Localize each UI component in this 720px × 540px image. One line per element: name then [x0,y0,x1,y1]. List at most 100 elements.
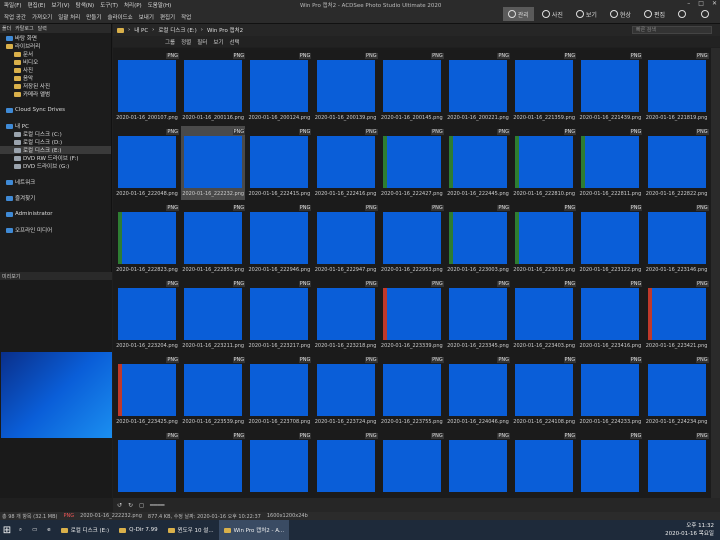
tree-item[interactable]: 라이브러리 [0,42,111,50]
thumbnail[interactable]: PNG 2020-01-16_222232.png [181,126,246,200]
tree-item[interactable] [0,114,111,122]
thumbnail[interactable]: PNG 2020-01-16_224234.png [645,354,709,428]
menu-item[interactable]: 도구(T) [100,1,118,9]
taskbar-button[interactable]: Win Pro 캡처2 - A... [218,520,290,540]
breadcrumb-item[interactable]: 내 PC [134,26,148,34]
thumbnail[interactable]: PNG 2020-01-16_224046.png [446,354,510,428]
thumbnail[interactable]: PNG 2020-01-16_223416.png [578,278,643,352]
rotate-right-icon[interactable]: ↻ [128,502,133,509]
tree-item[interactable]: 로컬 디스크 (E:) [0,146,111,154]
toolbar-item[interactable]: 보내기 [139,13,154,21]
thumbnail[interactable]: PNG [247,430,312,498]
tree-item[interactable]: Cloud Sync Drives [0,106,111,114]
thumbnail[interactable]: PNG [578,430,643,498]
toolbar-item[interactable]: 작업 [181,13,191,21]
tree-item[interactable]: 사진 [0,66,111,74]
tree-item[interactable]: 음악 [0,74,111,82]
thumbnail[interactable]: PNG 2020-01-16_221439.png [578,50,643,124]
mode-button[interactable] [673,7,693,21]
thumbnail[interactable]: PNG 2020-01-16_223724.png [314,354,378,428]
mode-button[interactable]: 사진 [537,7,568,21]
menu-item[interactable]: 탐색(N) [76,1,95,9]
taskbar-button[interactable]: Q-Dir 7.99 [114,520,163,540]
menu-item[interactable]: 파일(F) [4,1,22,9]
thumbnail[interactable]: PNG 2020-01-16_222811.png [578,126,643,200]
toolbar-item[interactable]: 슬라이드쇼 [107,13,132,21]
thumbnail[interactable]: PNG 2020-01-16_224108.png [512,354,577,428]
taskbar-button[interactable]: 윈도우 10 설... [163,520,219,540]
tree-item[interactable]: 로컬 디스크 (C:) [0,130,111,138]
thumbnail[interactable]: PNG [512,430,577,498]
browse-option[interactable]: 보기 [213,38,223,46]
browse-option[interactable]: 정렬 [181,38,191,46]
thumbnail[interactable]: PNG 2020-01-16_223204.png [115,278,179,352]
tree-item[interactable]: 문서 [0,50,111,58]
thumbnail[interactable]: PNG 2020-01-16_223211.png [181,278,246,352]
taskbar-button[interactable]: 로컬 디스크 (E:) [56,520,114,540]
tree-item[interactable]: DVD 드라이브 (G:) [0,162,111,170]
browse-option[interactable]: 그룹 [165,38,175,46]
tree-item[interactable]: 로컬 디스크 (D:) [0,138,111,146]
thumbnail[interactable]: PNG 2020-01-16_223217.png [247,278,312,352]
thumbnail[interactable]: PNG 2020-01-16_222823.png [115,202,179,276]
thumbnail[interactable]: PNG 2020-01-16_223539.png [181,354,246,428]
mode-button[interactable]: 편집 [639,7,670,21]
thumbnail[interactable]: PNG 2020-01-16_222953.png [380,202,444,276]
mode-button[interactable]: 현상 [605,7,636,21]
rotate-left-icon[interactable]: ↺ [117,502,122,509]
menu-item[interactable]: 처리(P) [124,1,142,9]
menu-item[interactable]: 편집(E) [28,1,46,9]
thumbnail[interactable]: PNG 2020-01-16_222810.png [512,126,577,200]
thumbnail[interactable]: PNG 2020-01-16_223339.png [380,278,444,352]
thumbnail[interactable]: PNG 2020-01-16_223218.png [314,278,378,352]
thumbnail[interactable]: PNG [115,430,179,498]
mode-button[interactable]: 보기 [571,7,602,21]
tree-item[interactable] [0,170,111,178]
tree-item[interactable] [0,202,111,210]
thumbnail[interactable]: PNG 2020-01-16_200116.png [181,50,246,124]
thumbnail[interactable]: PNG 2020-01-16_222416.png [314,126,378,200]
browse-option[interactable]: 선택 [230,38,240,46]
taskbar-clock[interactable]: 오후 11:32 2020-01-16 목요일 [665,522,714,538]
breadcrumb-item[interactable]: 로컬 디스크 (E:) [158,26,196,34]
thumbnail[interactable]: PNG 2020-01-16_222048.png [115,126,179,200]
tree-item[interactable]: 즐겨찾기 [0,194,111,202]
thumbnail[interactable]: PNG 2020-01-16_223015.png [512,202,577,276]
menu-item[interactable]: 보기(V) [51,1,69,9]
thumbnail[interactable]: PNG [645,430,709,498]
thumbnail[interactable]: PNG 2020-01-16_221819.png [645,50,709,124]
thumbnail[interactable]: PNG 2020-01-16_223421.png [645,278,709,352]
search-icon[interactable]: ⌕ [14,520,27,540]
panel-tab[interactable]: 달력 [38,25,47,32]
toolbar-item[interactable]: 작업 공간 [4,13,26,21]
thumbnail[interactable]: PNG 2020-01-16_223122.png [578,202,643,276]
thumbnail[interactable]: PNG [380,430,444,498]
task-view-icon[interactable]: ▭ [27,520,42,540]
tree-item[interactable]: 바탕 화면 [0,34,111,42]
breadcrumb-item[interactable]: Win Pro 캡처2 [207,26,243,34]
tree-item[interactable]: 오프라인 미디어 [0,226,111,234]
tree-item[interactable]: 저장된 사진 [0,82,111,90]
toolbar-item[interactable]: 가져오기 [32,13,52,21]
browse-option[interactable]: 필터 [197,38,207,46]
panel-tab[interactable]: 폴더 [2,25,11,32]
thumbnail[interactable]: PNG 2020-01-16_222427.png [380,126,444,200]
thumbnail[interactable]: PNG 2020-01-16_222947.png [314,202,378,276]
thumbnail[interactable]: PNG 2020-01-16_223403.png [512,278,577,352]
tree-item[interactable]: 내 PC [0,122,111,130]
tree-item[interactable] [0,186,111,194]
thumbnail[interactable]: PNG 2020-01-16_222853.png [181,202,246,276]
vertical-scrollbar[interactable] [711,48,720,498]
view-icon[interactable]: ◻ [139,502,144,509]
thumbnail[interactable]: PNG 2020-01-16_223755.png [380,354,444,428]
tree-item[interactable]: 카메라 앨범 [0,90,111,98]
tree-item[interactable]: DVD RW 드라이브 (F:) [0,154,111,162]
thumbnail[interactable]: PNG 2020-01-16_223425.png [115,354,179,428]
thumbnail[interactable]: PNG 2020-01-16_223146.png [645,202,709,276]
tree-item[interactable]: 비디오 [0,58,111,66]
menu-item[interactable]: 도움말(H) [148,1,172,9]
toolbar-item[interactable]: 일괄 처리 [58,13,80,21]
thumbnail[interactable]: PNG 2020-01-16_222822.png [645,126,709,200]
thumbnail[interactable]: PNG [314,430,378,498]
tree-item[interactable]: Administrator [0,210,111,218]
